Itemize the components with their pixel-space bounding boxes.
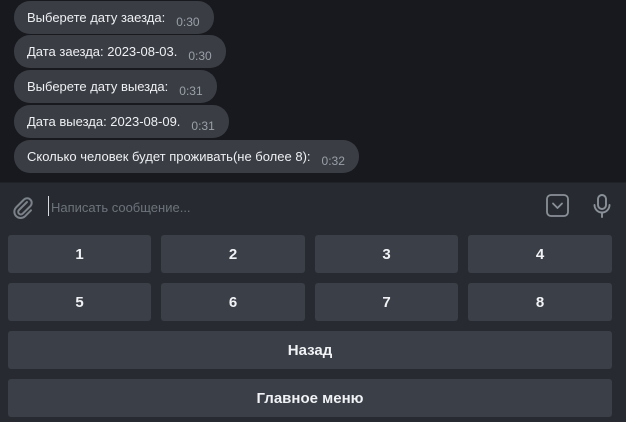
reply-keyboard: 1 2 3 4 5 6 7 8 Назад Главное меню	[0, 230, 626, 422]
text-cursor	[48, 196, 49, 216]
message-time: 0:30	[176, 14, 200, 29]
message-text: Дата заезда: 2023-08-03.	[27, 44, 178, 59]
message-bubble: Сколько человек будет проживать(не более…	[14, 140, 359, 173]
message-bubble: Дата выезда: 2023-08-09. 0:31	[14, 105, 229, 138]
message-bubble: Дата заезда: 2023-08-03. 0:30	[14, 35, 226, 68]
messenger-window: Выберете дату заезда: 0:30 Дата заезда: …	[0, 0, 626, 422]
message-input[interactable]	[51, 195, 521, 219]
message-time: 0:30	[188, 48, 212, 63]
back-button[interactable]: Назад	[8, 331, 612, 369]
main-menu-button[interactable]: Главное меню	[8, 379, 612, 417]
message-text: Дата выезда: 2023-08-09.	[27, 114, 181, 129]
message-time: 0:32	[321, 153, 345, 168]
message-text: Сколько человек будет проживать(не более…	[27, 149, 311, 164]
message-time: 0:31	[179, 83, 203, 98]
message-text: Выберете дату выезда:	[27, 79, 169, 94]
key-8-button[interactable]: 8	[468, 283, 612, 321]
key-3-button[interactable]: 3	[315, 235, 458, 273]
key-1-button[interactable]: 1	[8, 235, 151, 273]
keyboard-toggle-icon[interactable]	[545, 193, 570, 218]
chat-history: Выберете дату заезда: 0:30 Дата заезда: …	[0, 0, 626, 182]
message-time: 0:31	[191, 118, 215, 133]
microphone-icon[interactable]	[590, 192, 614, 220]
key-6-button[interactable]: 6	[161, 283, 305, 321]
message-text: Выберете дату заезда:	[27, 10, 166, 25]
key-4-button[interactable]: 4	[468, 235, 612, 273]
key-2-button[interactable]: 2	[161, 235, 305, 273]
key-5-button[interactable]: 5	[8, 283, 151, 321]
paperclip-icon[interactable]	[10, 195, 36, 221]
message-bubble: Выберете дату заезда: 0:30	[14, 1, 214, 34]
message-bubble: Выберете дату выезда: 0:31	[14, 70, 217, 103]
key-7-button[interactable]: 7	[315, 283, 458, 321]
